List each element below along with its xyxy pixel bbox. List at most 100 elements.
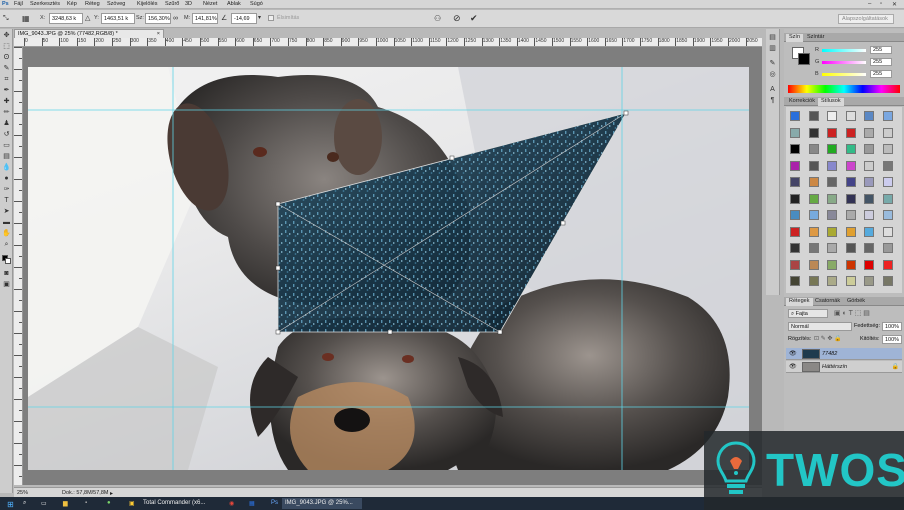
style-swatch[interactable] [790, 127, 800, 138]
green-slider[interactable] [822, 61, 866, 64]
canvas-area[interactable] [23, 47, 762, 485]
style-swatch[interactable] [808, 276, 819, 286]
cancel-transform-icon[interactable]: ⊘ [453, 13, 461, 24]
style-swatch[interactable] [845, 144, 856, 154]
style-swatch[interactable] [882, 144, 893, 154]
style-swatch[interactable] [827, 160, 837, 171]
tab-styles[interactable]: Stílusok [818, 98, 844, 106]
menu-layer[interactable]: Réteg [85, 1, 100, 7]
style-swatch[interactable] [790, 193, 800, 204]
interpolation-icon[interactable]: ▾ [258, 13, 261, 24]
style-swatch[interactable] [827, 210, 837, 220]
style-swatch[interactable] [808, 177, 819, 187]
background-color-swatch[interactable] [5, 258, 11, 264]
style-swatch[interactable] [808, 160, 819, 171]
healing-tool-icon[interactable]: ✚ [2, 97, 11, 106]
transform-tool-icon[interactable]: ⤡ [3, 13, 9, 24]
style-swatch[interactable] [845, 243, 856, 253]
style-swatch[interactable] [864, 160, 874, 171]
opacity-field[interactable]: 100% [882, 322, 902, 331]
style-swatch[interactable] [827, 259, 837, 270]
layer-filter-select[interactable]: ⌕ Fajta [788, 309, 828, 318]
style-swatch[interactable] [827, 177, 837, 187]
visibility-eye-icon[interactable]: 👁 [789, 363, 797, 370]
chrome-icon[interactable]: ◉ [226, 498, 237, 509]
x-position-field[interactable]: 3248,63 k [49, 13, 83, 24]
photoshop-icon[interactable]: Ps [268, 498, 281, 509]
marquee-tool-icon[interactable]: ⬚ [2, 42, 11, 51]
tab-color[interactable]: Szín [786, 34, 804, 42]
filter-icons[interactable]: ▣ ◐ T ⬚ ▤ [834, 309, 870, 317]
style-swatch[interactable] [827, 111, 837, 121]
style-swatch[interactable] [790, 276, 800, 286]
color-spectrum[interactable] [788, 85, 900, 93]
app-icon[interactable]: ▪ [82, 498, 90, 509]
move-tool-icon[interactable]: ✥ [2, 31, 11, 40]
path-select-tool-icon[interactable]: ➤ [2, 207, 11, 216]
menu-file[interactable]: Fájl [14, 1, 23, 7]
layer-row[interactable]: 👁 77482 [786, 348, 902, 360]
style-swatch[interactable] [882, 127, 893, 138]
blue-slider[interactable] [822, 73, 866, 76]
menu-filter[interactable]: Szűrő [165, 1, 179, 7]
tab-paths[interactable]: Görbék [844, 298, 868, 304]
search-icon[interactable]: ⌕ [20, 498, 29, 509]
style-swatch[interactable] [845, 127, 856, 138]
style-swatch[interactable] [827, 193, 837, 204]
style-swatch[interactable] [827, 276, 837, 286]
stamp-tool-icon[interactable]: ♟ [2, 119, 11, 128]
reference-point-icon[interactable]: ▦ [22, 13, 30, 24]
menu-type[interactable]: Szöveg [107, 1, 125, 7]
layer-name[interactable]: Háttérszín [822, 364, 847, 370]
style-swatch[interactable] [808, 259, 819, 270]
style-swatch[interactable] [864, 144, 874, 154]
angle-field[interactable]: -14,69 [231, 13, 257, 24]
menu-help[interactable]: Súgó [250, 1, 263, 7]
tab-adjustments[interactable]: Korrekciók [786, 98, 818, 104]
shape-tool-icon[interactable]: ▬ [2, 218, 11, 227]
menu-image[interactable]: Kép [67, 1, 77, 7]
history-panel-icon[interactable]: ▤ [768, 33, 777, 42]
style-swatch[interactable] [790, 259, 800, 270]
style-swatch[interactable] [808, 111, 819, 121]
green-value[interactable]: 255 [870, 58, 892, 66]
style-swatch[interactable] [827, 243, 837, 253]
style-swatch[interactable] [845, 210, 856, 220]
taskbar-item-photoshop[interactable]: IMG_9043.JPG @ 25%... [282, 498, 362, 509]
app-icon[interactable]: ▦ [246, 498, 258, 509]
tab-layers[interactable]: Rétegek [786, 298, 813, 306]
document-image[interactable] [28, 67, 749, 470]
pen-tool-icon[interactable]: ✑ [2, 185, 11, 194]
tab-channels[interactable]: Csatornák [812, 298, 843, 304]
style-swatch[interactable] [808, 226, 819, 237]
zoom-level[interactable]: 25% [17, 490, 28, 496]
character-panel-icon[interactable]: A [768, 85, 777, 94]
style-swatch[interactable] [845, 111, 856, 121]
eyedropper-tool-icon[interactable]: ✒ [2, 86, 11, 95]
visibility-eye-icon[interactable]: 👁 [789, 350, 797, 357]
style-swatch[interactable] [827, 127, 837, 138]
menu-edit[interactable]: Szerkesztés [30, 1, 60, 7]
quick-select-tool-icon[interactable]: ✎ [2, 64, 11, 73]
style-swatch[interactable] [790, 111, 800, 121]
lock-icons[interactable]: ⊡ ✎ ✥ 🔒 [814, 335, 842, 342]
width-field[interactable]: 156,30% [145, 13, 171, 24]
style-swatch[interactable] [808, 127, 819, 138]
menu-3d[interactable]: 3D [185, 1, 192, 7]
tab-swatches[interactable]: Színtár [804, 34, 827, 40]
style-swatch[interactable] [808, 243, 819, 253]
style-swatch[interactable] [845, 160, 856, 171]
style-swatch[interactable] [790, 177, 800, 187]
style-swatch[interactable] [864, 210, 874, 220]
gradient-tool-icon[interactable]: ▤ [2, 152, 11, 161]
dodge-tool-icon[interactable]: ● [2, 174, 11, 183]
antialias-checkbox[interactable] [268, 15, 274, 21]
warp-mode-icon[interactable]: ⚇ [434, 13, 441, 24]
lasso-tool-icon[interactable]: ʘ [2, 53, 11, 62]
y-position-field[interactable]: 1463,51 k [101, 13, 135, 24]
style-swatch[interactable] [827, 226, 837, 237]
minimize-icon[interactable]: – [868, 1, 871, 7]
hand-tool-icon[interactable]: ✋ [2, 229, 11, 238]
workspace-selector[interactable]: Alapszolgáltatások [838, 14, 894, 24]
link-icon[interactable]: ∞ [173, 13, 178, 24]
